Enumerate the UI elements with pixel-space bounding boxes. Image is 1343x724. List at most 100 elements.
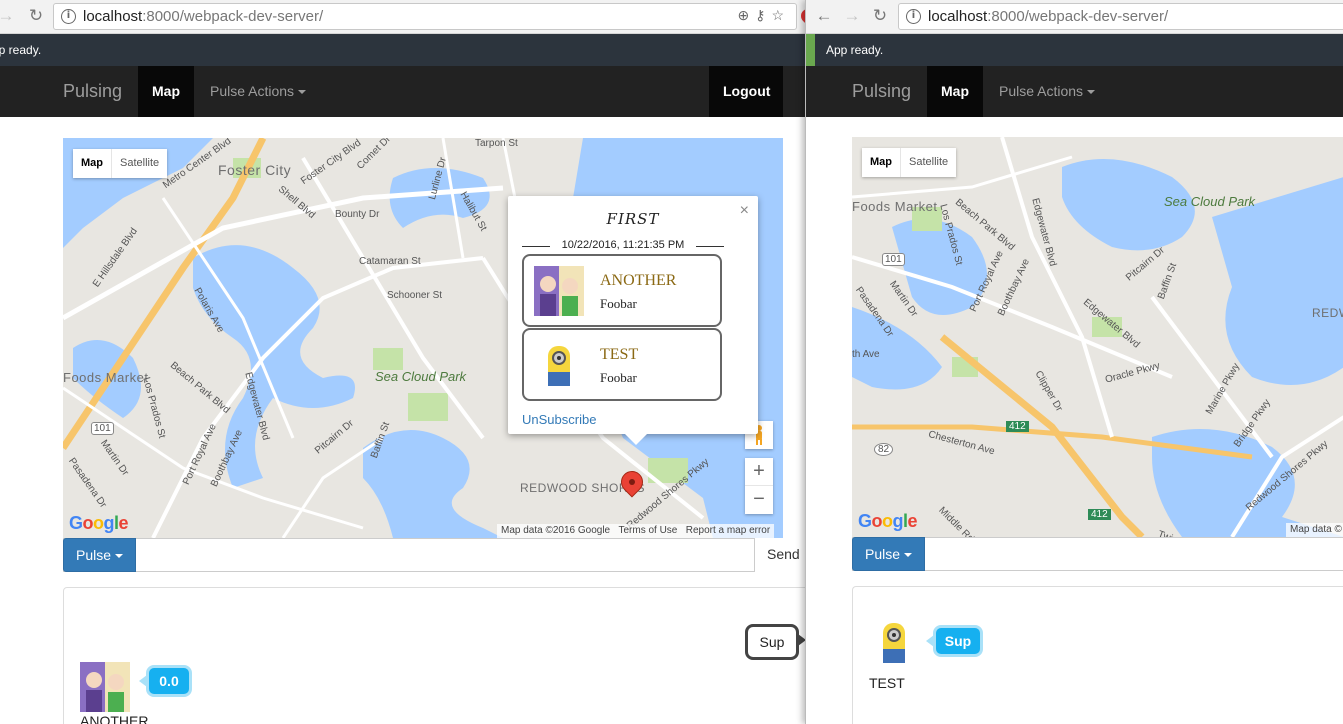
logout-link[interactable]: Logout bbox=[709, 66, 783, 117]
map-type-map[interactable]: Map bbox=[862, 148, 900, 177]
status-text: App ready. bbox=[826, 43, 884, 57]
map-label: th Ave bbox=[852, 349, 880, 360]
bookmark-star-icon[interactable]: ☆ bbox=[771, 7, 790, 23]
bubble-text: Sup bbox=[759, 634, 785, 650]
map-type-control: Map Satellite bbox=[73, 149, 168, 178]
bubble-tail bbox=[798, 634, 805, 646]
map-label: REDWO SHO bbox=[1312, 306, 1343, 320]
map-type-satellite[interactable]: Satellite bbox=[111, 149, 167, 178]
pulse-text-input[interactable] bbox=[925, 538, 1343, 570]
map-label: Sea Cloud Park bbox=[375, 369, 467, 384]
forward-icon[interactable]: → bbox=[842, 6, 862, 26]
address-bar-icons[interactable]: ⊕⚷☆ bbox=[737, 7, 790, 24]
info-icon[interactable]: i bbox=[906, 9, 921, 24]
nav-map[interactable]: Map bbox=[927, 66, 983, 117]
pulse-feed: Sup TEST bbox=[852, 586, 1343, 724]
status-bar: App ready. bbox=[806, 34, 1343, 66]
map-type-control: Map Satellite bbox=[862, 148, 957, 177]
browser-toolbar: → ↻ i localhost:8000/webpack-dev-server/… bbox=[0, 0, 805, 34]
send-button[interactable]: Send bbox=[754, 538, 805, 572]
bubble-tail bbox=[926, 635, 934, 647]
highway-shield: 82 bbox=[874, 443, 894, 456]
map-attribution: Map data © bbox=[1286, 523, 1343, 537]
map-view[interactable]: Map Satellite Foods Market Sea Cloud Park… bbox=[852, 137, 1343, 537]
zoom-in-button[interactable]: + bbox=[745, 458, 773, 486]
caret-down-icon bbox=[904, 553, 913, 558]
google-logo: Google bbox=[858, 511, 918, 531]
chat-bubble: Sup bbox=[926, 625, 983, 657]
url-host: localhost bbox=[928, 8, 988, 25]
pulse-input-group: Pulse Send bbox=[63, 538, 805, 572]
navbar-brand[interactable]: Pulsing bbox=[852, 66, 911, 117]
feed-username: ANOTHER bbox=[80, 713, 149, 724]
anime-avatar-icon bbox=[534, 266, 584, 316]
card-name: TEST bbox=[600, 346, 639, 363]
highway-shield: 412 bbox=[1088, 509, 1111, 520]
navbar: Pulsing Map Pulse Actions bbox=[806, 66, 1343, 117]
highway-shield: 101 bbox=[882, 253, 905, 266]
zoom-out-button[interactable]: − bbox=[745, 486, 773, 514]
status-indicator bbox=[806, 34, 815, 66]
browser-toolbar: ← → ↻ i localhost:8000/webpack-dev-serve… bbox=[806, 0, 1343, 34]
location-icon[interactable]: ⊕ bbox=[737, 7, 755, 23]
info-window: × FIRST 10/22/2016, 11:21:35 PM ANOTHER … bbox=[508, 196, 758, 445]
card-subtitle: Foobar bbox=[600, 370, 637, 385]
nav-map[interactable]: Map bbox=[138, 66, 194, 117]
status-text: App ready. bbox=[0, 43, 42, 57]
highway-shield: 101 bbox=[91, 422, 114, 435]
back-icon[interactable]: ← bbox=[814, 6, 834, 26]
info-window-title: FIRST bbox=[606, 210, 660, 228]
terms-link[interactable]: Terms of Use bbox=[618, 525, 677, 536]
card-subtitle: Foobar bbox=[600, 296, 637, 311]
map-label: Catamaran St bbox=[359, 256, 421, 267]
map-attribution: Map data ©2016 Google Terms of Use Repor… bbox=[497, 524, 775, 538]
feed-username: TEST bbox=[869, 675, 905, 691]
nav-pulse-actions-label: Pulse Actions bbox=[210, 83, 295, 99]
key-icon[interactable]: ⚷ bbox=[755, 7, 771, 23]
caret-down-icon bbox=[1087, 90, 1096, 95]
nav-pulse-actions-label: Pulse Actions bbox=[999, 83, 1084, 99]
address-bar[interactable]: i localhost:8000/webpack-dev-server/ ⊕⚷☆ bbox=[53, 3, 797, 30]
map-label: Foster City bbox=[218, 162, 292, 178]
nav-pulse-actions[interactable]: Pulse Actions bbox=[999, 66, 1096, 117]
report-error-link[interactable]: Report a map error bbox=[686, 525, 770, 536]
map-view[interactable]: Map Satellite Foster City Metro Center Bl… bbox=[63, 138, 783, 538]
map-label: Foods Market bbox=[63, 370, 149, 385]
map-tiles bbox=[852, 137, 1343, 537]
info-window-tail bbox=[625, 434, 647, 445]
pulse-dropdown-button[interactable]: Pulse bbox=[852, 537, 926, 571]
address-bar[interactable]: i localhost:8000/webpack-dev-server/ bbox=[898, 3, 1343, 30]
browser-window-right: ← → ↻ i localhost:8000/webpack-dev-serve… bbox=[805, 0, 1343, 724]
map-type-map[interactable]: Map bbox=[73, 149, 111, 178]
unsubscribe-link[interactable]: UnSubscribe bbox=[522, 412, 596, 427]
reload-icon[interactable]: ↻ bbox=[26, 6, 46, 26]
chat-bubble: 0.0 bbox=[139, 665, 192, 697]
map-label: Sea Cloud Park bbox=[1164, 194, 1256, 209]
url-host: localhost bbox=[83, 8, 143, 25]
caret-down-icon bbox=[115, 554, 124, 559]
reload-icon[interactable]: ↻ bbox=[870, 6, 890, 26]
pulse-feed: Sup 0.0 ANOTHER bbox=[63, 587, 805, 724]
map-label: Bounty Dr bbox=[335, 209, 380, 220]
subscriber-card[interactable]: TEST Foobar bbox=[522, 328, 722, 401]
chat-bubble: Sup bbox=[745, 624, 805, 660]
map-label: Foods Market bbox=[852, 199, 938, 214]
subscriber-card[interactable]: ANOTHER Foobar bbox=[522, 254, 722, 327]
url-path: :8000/webpack-dev-server/ bbox=[142, 8, 324, 25]
pulse-dropdown-button[interactable]: Pulse bbox=[63, 538, 137, 572]
nav-pulse-actions[interactable]: Pulse Actions bbox=[210, 66, 307, 117]
caret-down-icon bbox=[298, 90, 307, 95]
zoom-control: + − bbox=[745, 458, 773, 514]
map-label: Schooner St bbox=[387, 290, 443, 301]
extension-icon[interactable] bbox=[798, 6, 805, 26]
info-icon[interactable]: i bbox=[61, 9, 76, 24]
anime-avatar-icon bbox=[80, 662, 130, 712]
card-name: ANOTHER bbox=[600, 272, 677, 289]
pulse-text-input[interactable] bbox=[136, 539, 753, 571]
pulse-button-label: Pulse bbox=[76, 547, 112, 563]
bubble-text: 0.0 bbox=[159, 673, 179, 689]
forward-icon[interactable]: → bbox=[0, 6, 16, 26]
map-type-satellite[interactable]: Satellite bbox=[900, 148, 956, 177]
url-path: :8000/webpack-dev-server/ bbox=[987, 8, 1169, 25]
navbar-brand[interactable]: Pulsing bbox=[63, 66, 122, 117]
